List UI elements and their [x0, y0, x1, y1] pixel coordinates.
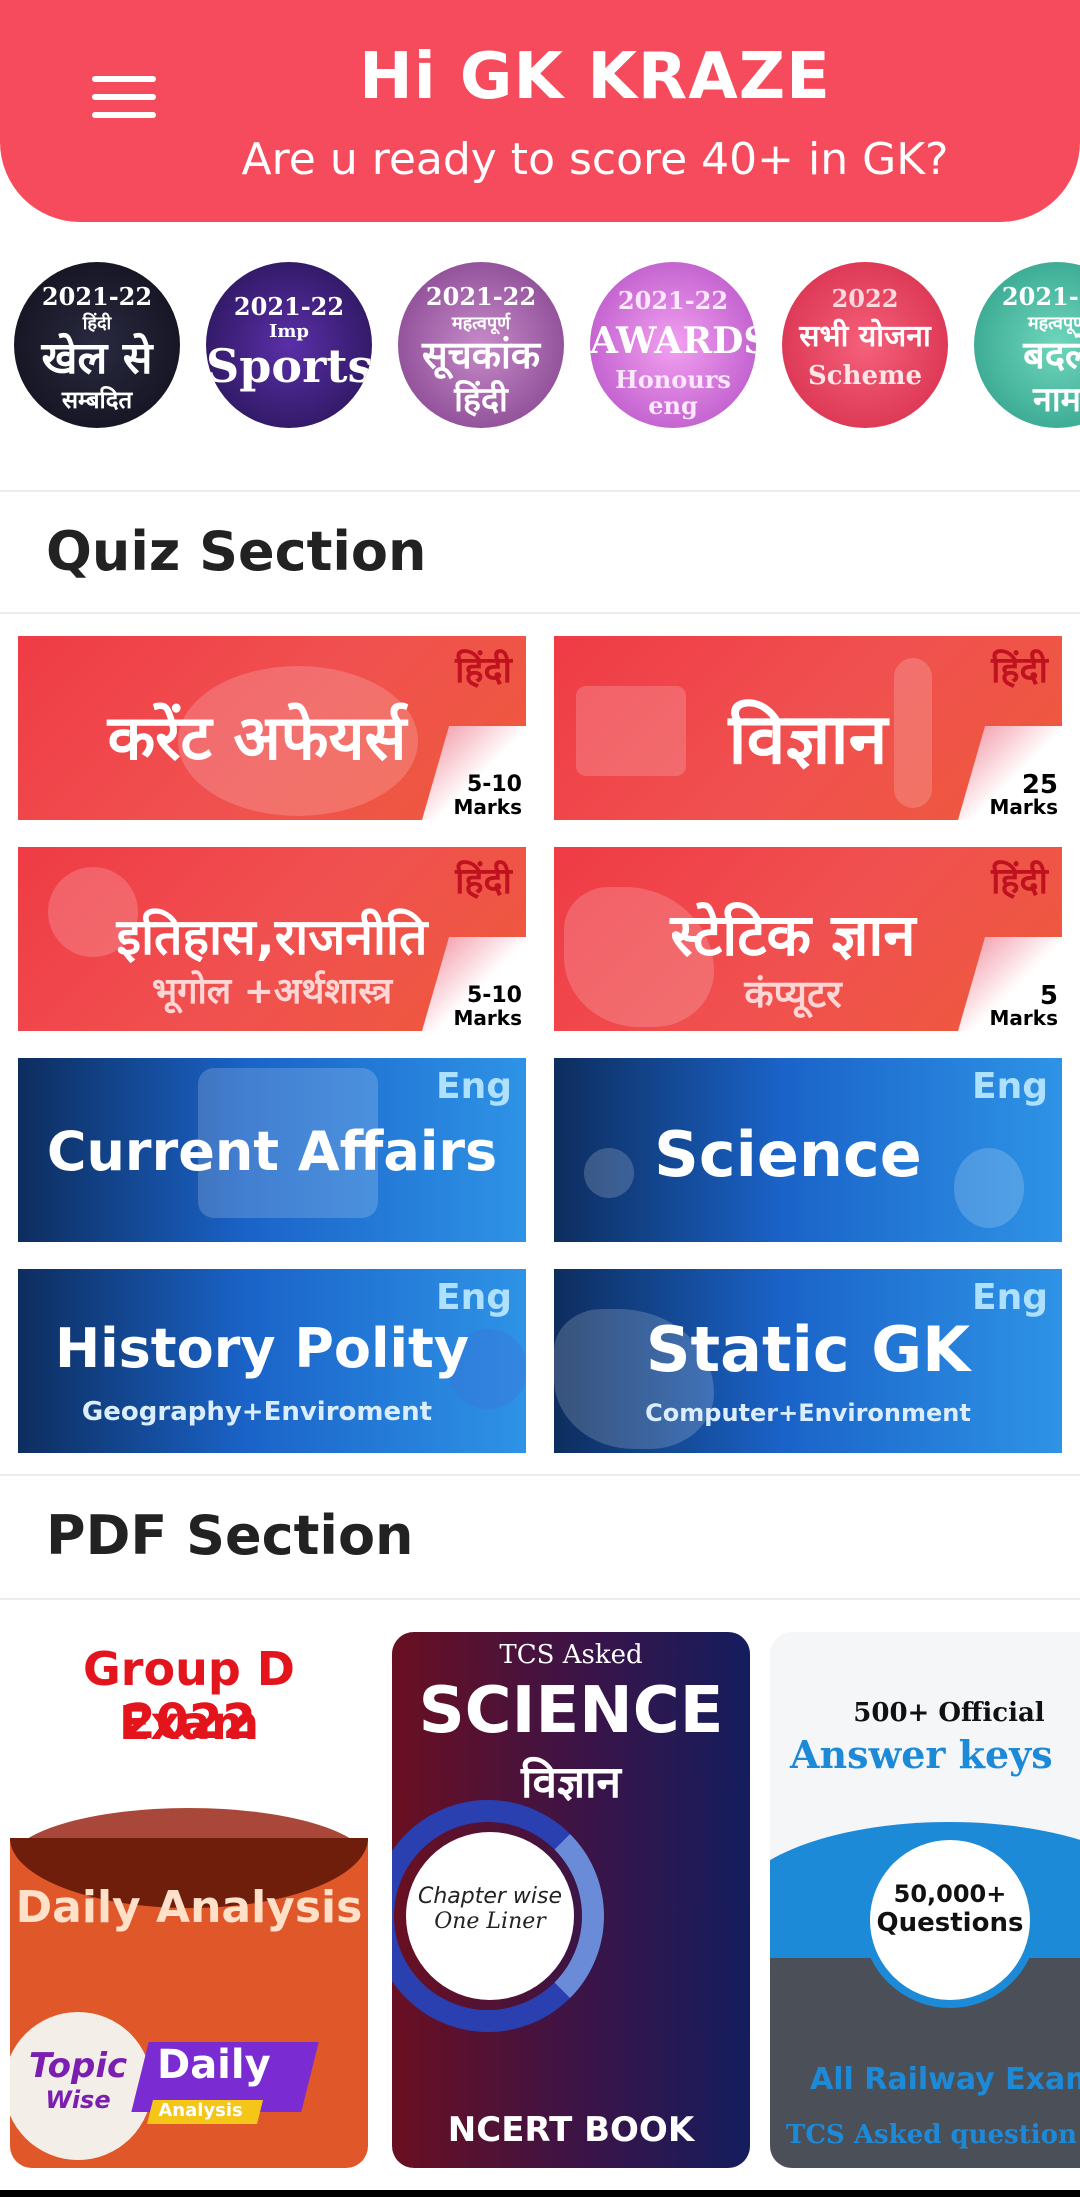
- tile-title: Science: [654, 1118, 922, 1191]
- marks-badge: 5 Marks: [989, 981, 1058, 1030]
- book-subtitle: Daily Analysis: [15, 1882, 363, 1933]
- marks-badge: 5-10 Marks: [453, 772, 522, 819]
- story-year: 2021-22: [1001, 282, 1080, 311]
- story-item-sports-hindi[interactable]: 2021-22 हिंदी खेल से सम्बदित: [14, 262, 180, 428]
- tile-subtitle: Geography+Enviroment: [81, 1397, 433, 1427]
- quiz-tile-current-affairs-hindi[interactable]: हिंदी करेंट अफेयर्स 5-10 Marks: [18, 636, 526, 820]
- divider: [0, 1474, 1080, 1476]
- story-subtitle: सम्बदित: [61, 385, 133, 414]
- story-item-schemes[interactable]: 2022 सभी योजना Scheme: [782, 262, 948, 428]
- book-eyebrow: TCS Asked: [499, 1640, 643, 1670]
- story-subtitle: Scheme: [807, 361, 923, 391]
- quiz-tile-science-hindi[interactable]: हिंदी विज्ञान 25 Marks: [554, 636, 1062, 820]
- greeting-title: Hi GK KRAZE: [359, 40, 831, 114]
- tile-subtitle: Computer+Environment: [645, 1399, 971, 1427]
- language-badge: हिंदी: [991, 650, 1048, 691]
- app-header: Hi GK KRAZE Are u ready to score 40+ in …: [0, 0, 1080, 222]
- story-title: Sports: [206, 339, 372, 393]
- language-badge: Eng: [972, 1277, 1048, 1318]
- story-year: 2021-22: [425, 282, 537, 311]
- book-footer: NCERT BOOK: [447, 2110, 695, 2150]
- story-year: 2021-22: [233, 292, 345, 321]
- tile-title: History Polity: [54, 1317, 470, 1380]
- story-year: 2021-22: [617, 286, 729, 315]
- greeting-tagline: Are u ready to score 40+ in GK?: [241, 134, 949, 185]
- divider: [0, 490, 1080, 492]
- quiz-tile-current-affairs-eng[interactable]: Eng Current Affairs: [18, 1058, 526, 1242]
- language-badge: Eng: [436, 1066, 512, 1107]
- pdf-book-answer-keys[interactable]: 500+ Official Answer keys 50,000+ Questi…: [770, 1632, 1080, 2168]
- language-badge: Eng: [972, 1066, 1048, 1107]
- book-title-line2: 2022: [122, 1694, 256, 1750]
- questions-badge: 50,000+ Questions: [862, 1832, 1038, 2008]
- quiz-tile-history-polity-hindi[interactable]: हिंदी इतिहास,राजनीति भूगोल +अर्थशास्त्र …: [18, 847, 526, 1031]
- language-badge: हिंदी: [455, 650, 512, 691]
- book-footer-line2: TCS Asked question pap: [786, 2120, 1080, 2150]
- story-title: खेल से: [41, 333, 153, 384]
- pdf-book-science[interactable]: TCS Asked SCIENCE विज्ञान Chapter wise O…: [392, 1632, 750, 2168]
- pdf-carousel[interactable]: Group D Exam 2022 Daily Analysis Topic W…: [0, 1600, 1080, 2197]
- story-title: बदले: [1023, 332, 1080, 377]
- story-title: AWARDS: [590, 320, 756, 362]
- marks-badge: 25 Marks: [989, 770, 1058, 819]
- quiz-tile-history-polity-eng[interactable]: Eng History Polity Geography+Enviroment: [18, 1269, 526, 1453]
- story-tag: हिंदी: [82, 313, 112, 334]
- book-title: Answer keys: [790, 1732, 1053, 1777]
- tile-title: Current Affairs: [46, 1120, 498, 1183]
- divider: [0, 612, 1080, 614]
- language-badge: Eng: [436, 1277, 512, 1318]
- pdf-section-title: PDF Section: [46, 1504, 414, 1567]
- book-title: SCIENCE: [418, 1674, 724, 1748]
- quiz-section-title: Quiz Section: [46, 520, 427, 583]
- language-badge: हिंदी: [455, 861, 512, 902]
- book-eyebrow: 500+ Official: [853, 1698, 1045, 1728]
- topic-wise-badge: Topic Wise: [10, 2012, 152, 2160]
- story-item-sports[interactable]: 2021-22 Imp Sports: [206, 262, 372, 428]
- story-item-awards[interactable]: 2021-22 AWARDS Honours eng: [590, 262, 756, 428]
- quiz-tile-static-gk-eng[interactable]: Eng Static GK Computer+Environment: [554, 1269, 1062, 1453]
- story-carousel[interactable]: 2021-22 हिंदी खेल से सम्बदित 2021-22 Imp…: [0, 262, 1080, 430]
- story-item-indices[interactable]: 2021-22 महत्वपूर्ण सूचकांक हिंदी: [398, 262, 564, 428]
- quiz-tile-static-gk-hindi[interactable]: हिंदी स्टेटिक ज्ञान कंप्यूटर 5 Marks: [554, 847, 1062, 1031]
- story-year: 2022: [831, 284, 899, 313]
- book-subtitle: विज्ञान: [521, 1757, 621, 1808]
- story-year: 2021-22: [41, 282, 153, 311]
- story-subtitle: Honours eng: [615, 365, 731, 420]
- system-nav-bar: [0, 2190, 1080, 2197]
- chapter-wise-badge: Chapter wise One Liner: [406, 1832, 574, 2000]
- story-title: सभी योजना: [799, 319, 931, 354]
- book-footer-line1: All Railway Exams: [810, 2062, 1080, 2097]
- analysis-tag: Analysis: [147, 2100, 263, 2124]
- marks-badge: 5-10 Marks: [453, 983, 522, 1030]
- story-item-renamed[interactable]: 2021-22 महत्वपूर्ण बदले नाम: [974, 262, 1080, 428]
- story-title: सूचकांक: [421, 332, 541, 377]
- pdf-book-group-d[interactable]: Group D Exam 2022 Daily Analysis Topic W…: [10, 1632, 368, 2168]
- quiz-tile-science-eng[interactable]: Eng Science: [554, 1058, 1062, 1242]
- tile-title: Static GK: [645, 1313, 971, 1386]
- story-subtitle: हिंदी: [454, 380, 508, 420]
- story-subtitle: नाम: [1032, 380, 1080, 420]
